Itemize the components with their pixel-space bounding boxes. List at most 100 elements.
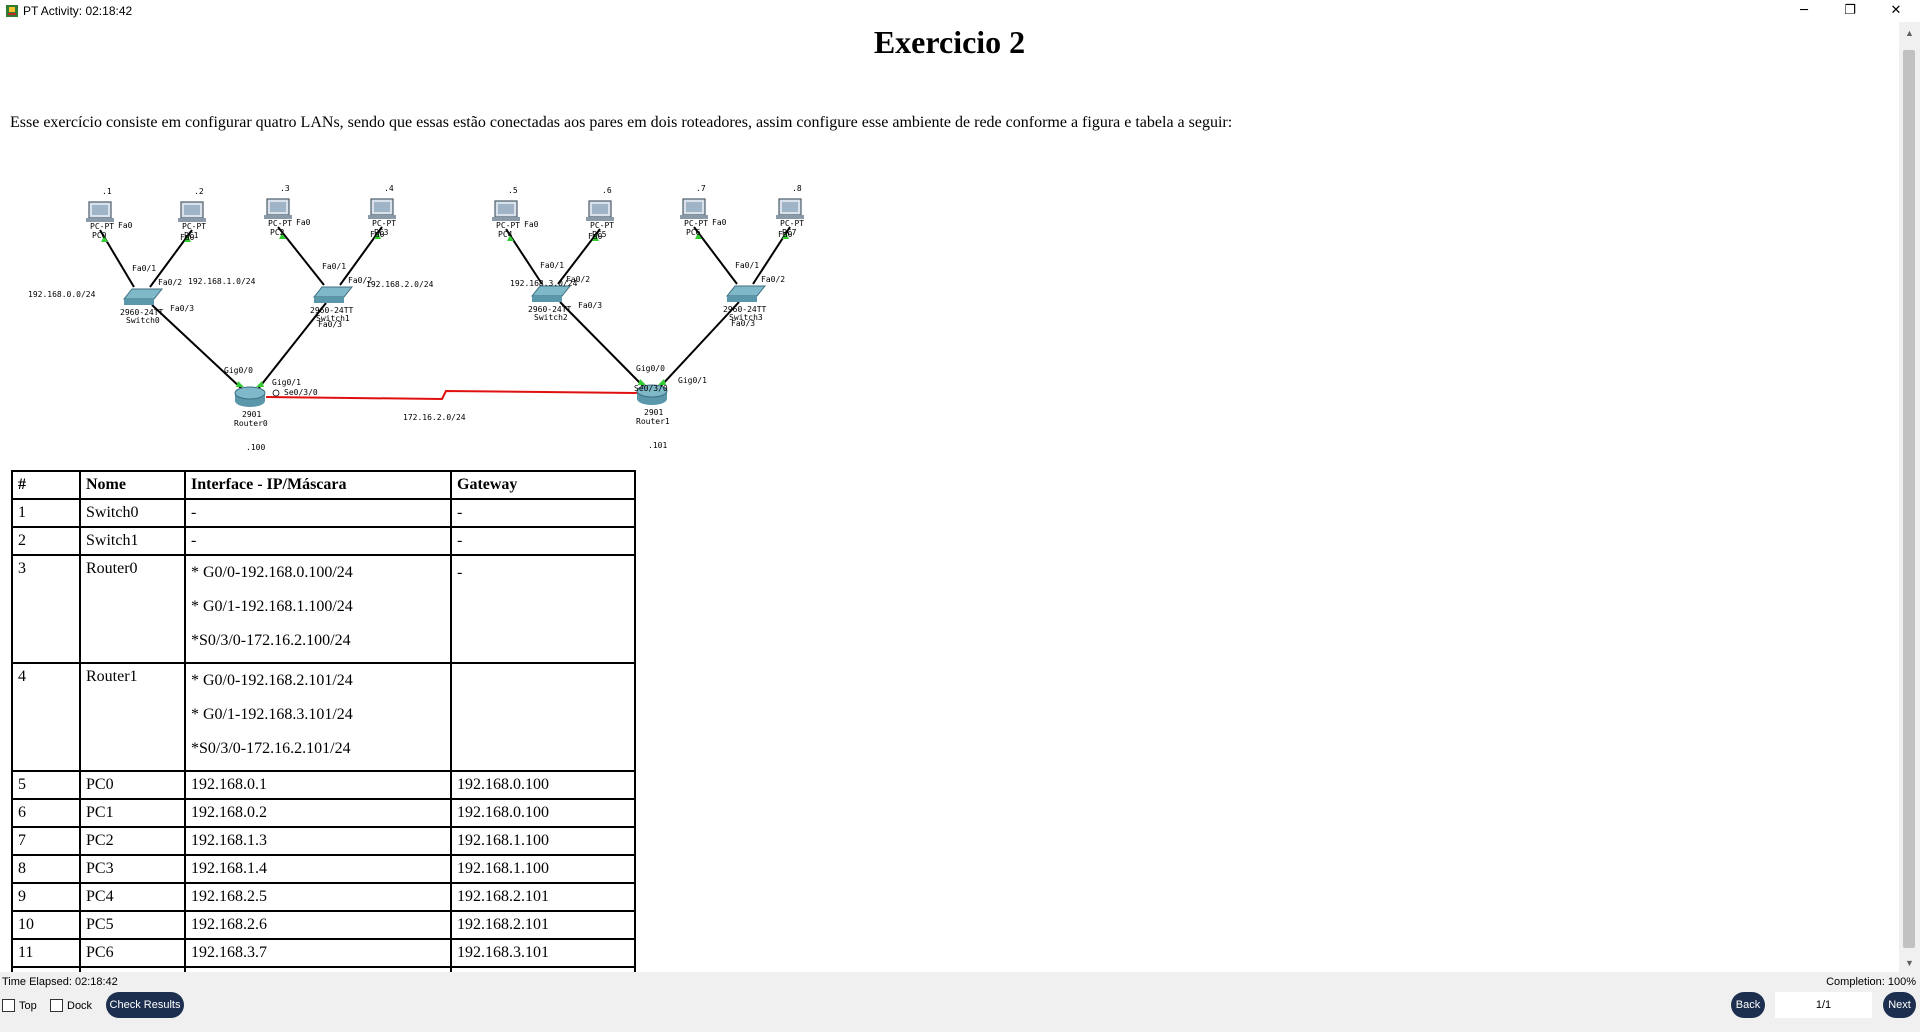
switch-front: [727, 296, 757, 302]
pc-port-label: Fa0: [778, 230, 793, 239]
clock-icon: [272, 389, 280, 397]
router-g0-label: Gig0/0: [224, 366, 253, 375]
pc-port-label: Fa0: [524, 220, 539, 229]
table-row: 11 PC6 192.168.3.7 192.168.3.101: [11, 938, 636, 968]
pc-host-label: .8: [792, 184, 802, 193]
pc-port-label: Fa0: [588, 232, 603, 241]
minimize-button[interactable]: ─: [1781, 0, 1827, 22]
router-name-label: Router1: [636, 417, 670, 426]
scrollbar-thumb[interactable]: [1903, 50, 1915, 948]
cell-interface: 192.168.2.5: [184, 882, 452, 912]
pc-type-label: PC-PT: [90, 222, 114, 231]
pc-screen: [498, 204, 514, 214]
intro-paragraph: Esse exercício consiste em configurar qu…: [10, 114, 1233, 131]
lan-network-label: 192.168.3.0/24: [510, 279, 578, 288]
interface-line: 192.168.0.2: [191, 804, 267, 821]
pc-host-label: .3: [280, 184, 290, 193]
top-checkbox-box[interactable]: [2, 999, 15, 1012]
pc-host-label: .2: [194, 187, 204, 196]
switch-front: [314, 297, 344, 303]
router-model-label: 2901: [644, 408, 663, 417]
switch-port3-label: Fa0/3: [318, 320, 342, 329]
switch-router-link: [559, 301, 645, 388]
top-checkbox-label: Top: [19, 999, 37, 1012]
cell-interface: 192.168.2.6: [184, 910, 452, 940]
cell-num: 7: [11, 826, 81, 856]
cell-gateway: 192.168.0.100: [450, 798, 636, 828]
table-row: 2 Switch1- -: [11, 526, 636, 556]
cell-num: 1: [11, 498, 81, 528]
scroll-down-arrow-icon[interactable]: ▼: [1899, 956, 1920, 970]
cell-gateway: -: [450, 498, 636, 528]
interface-line: 192.168.1.4: [191, 860, 267, 877]
cell-num: 4: [11, 662, 81, 772]
switch-port1-label: Fa0/1: [540, 261, 564, 270]
switch-port3-label: Fa0/3: [731, 319, 755, 328]
table-row: 7 PC2 192.168.1.3 192.168.1.100: [11, 826, 636, 856]
router-model-label: 2901: [242, 410, 261, 419]
header-nome: Nome: [79, 470, 186, 500]
link-status-icon: [236, 381, 244, 387]
scroll-up-arrow-icon[interactable]: ▲: [1899, 26, 1920, 40]
router-host-label: .101: [648, 441, 667, 450]
switch-icon: [122, 288, 164, 300]
wan-network-label: 172.16.2.0/24: [403, 413, 466, 422]
page-title: Exercicio 2: [873, 24, 1026, 60]
table-row: 5 PC0 192.168.0.1 192.168.0.100: [11, 770, 636, 800]
cell-gateway: -: [450, 526, 636, 556]
restore-button[interactable]: ❐: [1827, 0, 1873, 22]
pc-screen: [592, 204, 608, 214]
cell-interface: * G0/0-192.168.2.101/24 * G0/1-192.168.3.…: [184, 662, 452, 772]
back-button[interactable]: Back: [1731, 992, 1765, 1018]
cell-num: 6: [11, 798, 81, 828]
cell-num: 3: [11, 554, 81, 664]
dock-checkbox[interactable]: Dock: [50, 999, 92, 1012]
interface-line: * G0/1-192.168.3.101/24: [191, 706, 353, 723]
instructions-content: Exercicio 2 Esse exercício consiste em c…: [0, 22, 1899, 972]
cell-nome: PC0: [79, 770, 186, 800]
pc-type-label: PC-PT: [496, 221, 520, 230]
switch-port1-label: Fa0/1: [322, 262, 346, 271]
header-interface: Interface - IP/Máscara: [184, 470, 452, 500]
dock-checkbox-box[interactable]: [50, 999, 63, 1012]
pc-name-label: PC2: [270, 228, 285, 237]
next-button[interactable]: Next: [1883, 992, 1916, 1018]
interface-line: 192.168.0.1: [191, 776, 267, 793]
pc-port-label: Fa0: [712, 218, 727, 227]
interface-line: 192.168.3.7: [191, 944, 267, 961]
pc-type-label: PC-PT: [780, 219, 804, 228]
switch-port3-label: Fa0/3: [170, 304, 194, 313]
completion-status: Completion: 100%: [1826, 976, 1916, 988]
cell-interface: * G0/0-192.168.0.100/24 * G0/1-192.168.1.…: [184, 554, 452, 664]
cell-nome: Switch0: [79, 498, 186, 528]
pc-screen: [270, 202, 286, 212]
header-num: #: [11, 470, 81, 500]
cell-gateway: -: [450, 554, 636, 664]
cell-num: 11: [11, 938, 81, 968]
pc-screen: [92, 205, 108, 215]
pc-port-label: Fa0: [180, 233, 195, 242]
top-checkbox[interactable]: Top: [2, 999, 37, 1012]
restore-icon: ❐: [1844, 3, 1856, 18]
interface-line: *S0/3/0-172.16.2.101/24: [191, 740, 351, 757]
router-host-label: .100: [246, 443, 265, 452]
close-button[interactable]: ✕: [1873, 0, 1919, 22]
cell-gateway: 192.168.1.100: [450, 826, 636, 856]
pc-host-label: .4: [384, 184, 394, 193]
check-results-button[interactable]: Check Results: [106, 992, 184, 1018]
pc-host-label: .7: [696, 184, 706, 193]
cell-interface: -: [184, 498, 452, 528]
config-table: # Nome Interface - IP/Máscara Gateway 1S…: [11, 470, 636, 972]
interface-line: * G0/0-192.168.2.101/24: [191, 672, 353, 689]
cell-gateway: 192.168.3.101: [450, 938, 636, 968]
vertical-scrollbar[interactable]: ▲ ▼: [1899, 22, 1920, 972]
pc-screen: [374, 202, 390, 212]
pc-type-label: PC-PT: [372, 219, 396, 228]
router-icon: [234, 386, 266, 400]
pc-host-label: .1: [102, 187, 112, 196]
cell-nome: Switch1: [79, 526, 186, 556]
cell-interface: 192.168.0.2: [184, 798, 452, 828]
interface-line: * G0/0-192.168.0.100/24: [191, 564, 353, 581]
pc-host-label: .6: [602, 186, 612, 195]
router-name-label: Router0: [234, 419, 268, 428]
